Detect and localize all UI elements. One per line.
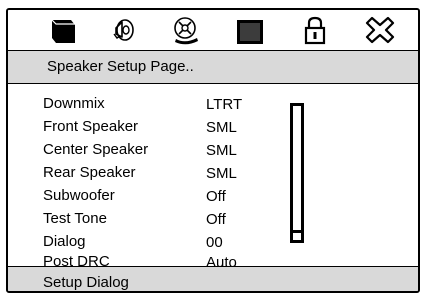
setting-value: SML bbox=[206, 119, 237, 136]
setting-value: SML bbox=[206, 142, 237, 159]
setting-label: Rear Speaker bbox=[43, 164, 136, 181]
setting-value: Off bbox=[206, 188, 226, 205]
lock-icon[interactable] bbox=[298, 14, 332, 46]
video-setup-icon[interactable] bbox=[233, 14, 267, 46]
audio-disc-icon[interactable] bbox=[169, 14, 203, 46]
setting-value: 00 bbox=[206, 234, 223, 251]
scrollbar[interactable] bbox=[290, 103, 304, 243]
settings-list: Downmix LTRT Front Speaker SML Center Sp… bbox=[8, 84, 418, 271]
setting-row-front-speaker[interactable]: Front Speaker SML bbox=[8, 116, 418, 138]
footer-text: Setup Dialog bbox=[43, 274, 129, 291]
setting-label: Dialog bbox=[43, 233, 86, 250]
general-setup-icon[interactable] bbox=[47, 14, 81, 46]
setting-row-downmix[interactable]: Downmix LTRT bbox=[8, 93, 418, 115]
setting-row-subwoofer[interactable]: Subwoofer Off bbox=[8, 185, 418, 207]
setting-label: Subwoofer bbox=[43, 187, 115, 204]
footer-bar: Setup Dialog bbox=[8, 267, 418, 291]
setting-value: SML bbox=[206, 165, 237, 182]
speaker-setup-icon[interactable] bbox=[106, 14, 140, 46]
exit-icon[interactable] bbox=[363, 14, 397, 46]
setting-label: Downmix bbox=[43, 95, 105, 112]
setup-tab-bar bbox=[8, 10, 418, 50]
setting-row-test-tone[interactable]: Test Tone Off bbox=[8, 208, 418, 230]
setting-row-dialog[interactable]: Dialog 00 bbox=[8, 231, 418, 253]
setup-menu-window: Speaker Setup Page.. Downmix LTRT Front … bbox=[6, 8, 420, 293]
page-title-bar: Speaker Setup Page.. bbox=[8, 51, 418, 83]
setting-value: LTRT bbox=[206, 96, 243, 113]
page-title: Speaker Setup Page.. bbox=[47, 58, 194, 75]
setting-value: Off bbox=[206, 211, 226, 228]
setting-row-center-speaker[interactable]: Center Speaker SML bbox=[8, 139, 418, 161]
setting-label: Front Speaker bbox=[43, 118, 139, 135]
scroll-thumb[interactable] bbox=[293, 230, 301, 240]
setting-label: Center Speaker bbox=[43, 141, 149, 158]
setting-row-rear-speaker[interactable]: Rear Speaker SML bbox=[8, 162, 418, 184]
setting-label: Test Tone bbox=[43, 210, 107, 227]
